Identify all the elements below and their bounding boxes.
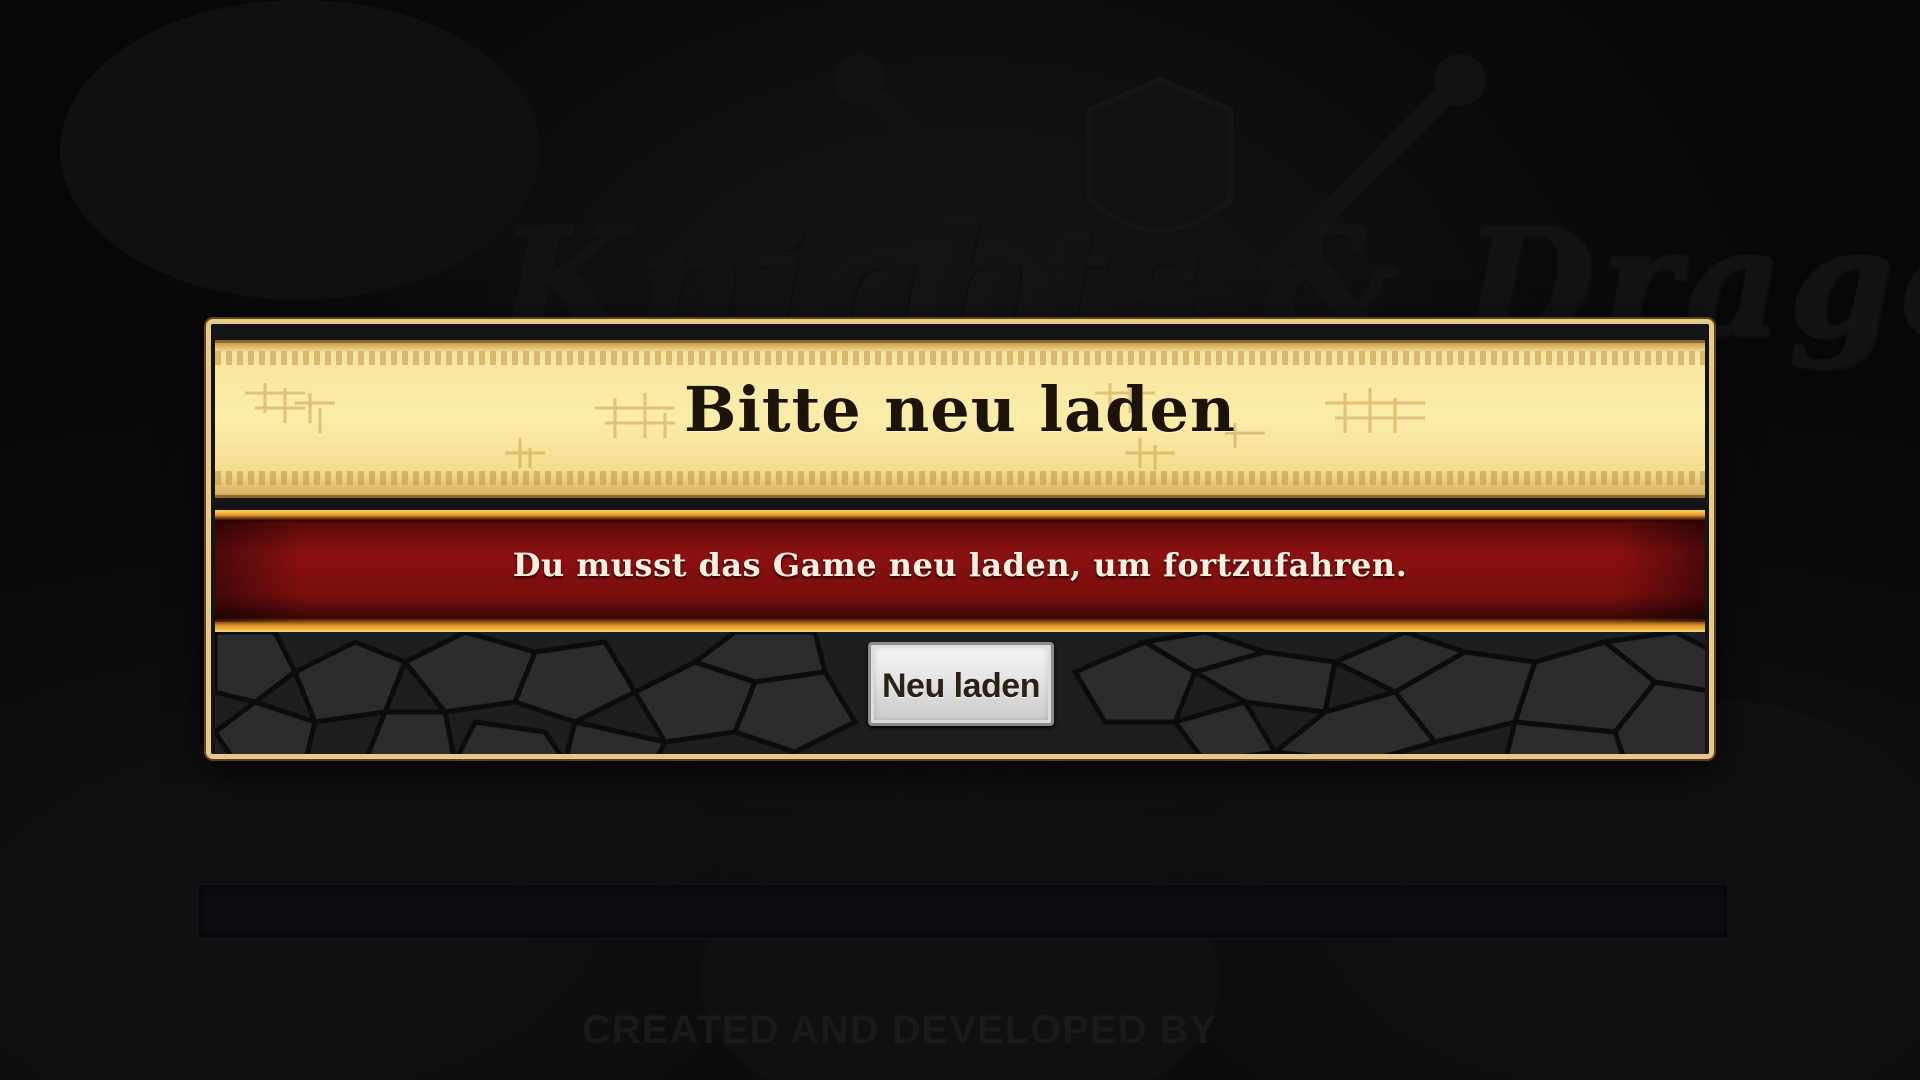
reload-dialog: Bitte neu laden Du musst das Game neu la… <box>206 319 1714 759</box>
reload-button-label: Neu laden <box>882 667 1040 705</box>
dialog-title: Bitte neu laden <box>683 373 1237 446</box>
dialog-message-banner: Du musst das Game neu laden, um fortzufa… <box>215 510 1705 632</box>
credits-text: CREATED AND DEVELOPED BY <box>582 1008 1218 1052</box>
loading-bar <box>196 882 1730 940</box>
dialog-message: Du musst das Game neu laden, um fortzufa… <box>512 546 1408 584</box>
dialog-stone-footer: Neu laden <box>215 632 1705 754</box>
reload-button[interactable]: Neu laden <box>868 642 1054 726</box>
background-character-left <box>60 0 540 300</box>
dialog-title-banner: Bitte neu laden <box>215 340 1705 498</box>
banner-trim-bottom <box>215 471 1705 485</box>
